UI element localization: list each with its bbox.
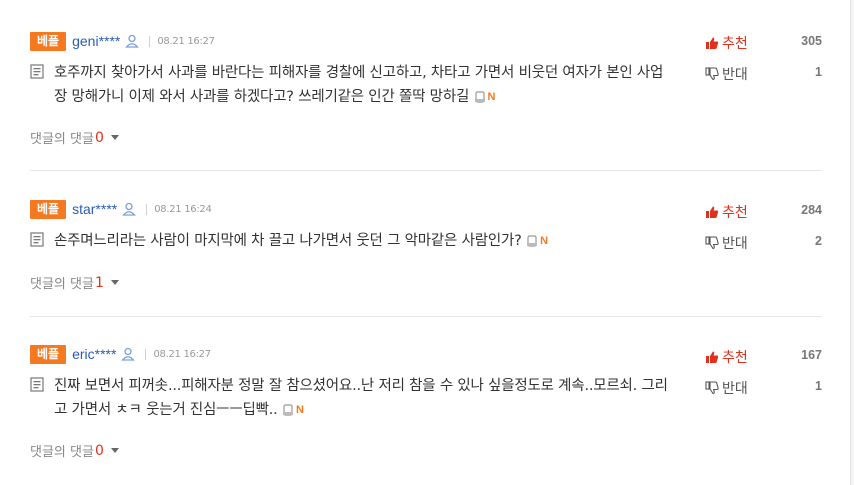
thumbs-down-icon xyxy=(705,381,719,395)
upvote-label: 추천 xyxy=(722,350,748,366)
downvote-count: 1 xyxy=(815,65,822,79)
reply-label: 댓글의 댓글 xyxy=(30,132,94,147)
best-badge: 베플 xyxy=(30,31,67,51)
downvote-count: 1 xyxy=(815,379,822,393)
downvote-button[interactable]: 반대 xyxy=(705,233,748,253)
inline-icons: N xyxy=(474,85,496,109)
upvote-button[interactable]: 추천 xyxy=(705,33,748,53)
divider xyxy=(30,170,822,171)
new-icon: N xyxy=(540,235,548,247)
best-badge: 베플 xyxy=(30,199,67,219)
chevron-down-icon xyxy=(110,448,119,453)
thumbs-down-icon xyxy=(705,67,719,81)
timestamp: 08.21 16:27 xyxy=(157,35,215,47)
reply-label: 댓글의 댓글 xyxy=(30,445,94,460)
reply-toggle[interactable]: 댓글의 댓글 0 xyxy=(30,128,119,147)
downvote-label: 반대 xyxy=(722,381,748,397)
comment-item: 베플 star**** 08.21 16:24 손주며느리라는 사람이 마지막에… xyxy=(0,199,850,317)
separator xyxy=(145,348,147,360)
inline-icons: N xyxy=(282,398,304,422)
downvote-button[interactable]: 반대 xyxy=(705,64,748,84)
upvote-count: 284 xyxy=(801,203,822,217)
upvote-count: 305 xyxy=(801,34,822,48)
downvote-label: 반대 xyxy=(722,67,748,83)
comment-text: 진짜 보면서 피꺼솟...피해자분 정말 잘 참으셨어요..난 저리 참을 수 … xyxy=(54,374,670,422)
comment-body: 손주며느리라는 사람이 마지막에 차 끌고 나가면서 웃던 그 악마같은 사람인… xyxy=(30,229,670,253)
user-icon xyxy=(121,347,136,361)
thumbs-down-icon xyxy=(705,236,719,250)
username[interactable]: star**** xyxy=(72,201,117,217)
comment-text: 호주까지 찾아가서 사과를 바란다는 피해자를 경찰에 신고하고, 차타고 가면… xyxy=(54,61,670,109)
chevron-down-icon xyxy=(110,280,119,285)
user-icon xyxy=(125,34,140,48)
upvote-button[interactable]: 추천 xyxy=(705,347,748,367)
username[interactable]: geni**** xyxy=(72,33,120,49)
comment-meta: 베플 star**** 08.21 16:24 xyxy=(30,199,212,219)
new-icon: N xyxy=(295,404,304,416)
mobile-icon xyxy=(474,91,485,103)
comment-item: 베플 eric**** 08.21 16:27 진짜 보면서 피꺼솟...피해자… xyxy=(0,344,850,474)
upvote-label: 추천 xyxy=(722,36,748,52)
downvote-count: 2 xyxy=(815,234,822,248)
comment-text: 손주며느리라는 사람이 마지막에 차 끌고 나가면서 웃던 그 악마같은 사람인… xyxy=(54,229,670,253)
comment-meta: 베플 eric**** 08.21 16:27 xyxy=(30,344,211,364)
reply-count: 1 xyxy=(94,274,104,291)
upvote-button[interactable]: 추천 xyxy=(705,202,748,222)
mobile-icon xyxy=(282,404,293,416)
timestamp: 08.21 16:27 xyxy=(153,348,211,360)
mobile-icon xyxy=(527,235,538,247)
thumbs-up-icon xyxy=(706,206,719,218)
reply-count: 0 xyxy=(94,442,104,459)
thumbs-up-icon xyxy=(706,37,719,49)
reply-label: 댓글의 댓글 xyxy=(30,277,94,292)
downvote-label: 반대 xyxy=(722,236,748,252)
separator xyxy=(146,203,148,215)
user-icon xyxy=(122,202,137,216)
upvote-label: 추천 xyxy=(722,205,748,221)
document-icon xyxy=(30,377,44,392)
comment-body: 진짜 보면서 피꺼솟...피해자분 정말 잘 참으셨어요..난 저리 참을 수 … xyxy=(30,374,670,422)
downvote-button[interactable]: 반대 xyxy=(705,378,748,398)
username[interactable]: eric**** xyxy=(72,346,116,362)
new-icon: N xyxy=(487,91,496,103)
chevron-down-icon xyxy=(110,135,119,140)
comment-meta: 베플 geni**** 08.21 16:27 xyxy=(30,31,215,51)
reply-toggle[interactable]: 댓글의 댓글 0 xyxy=(30,441,119,460)
document-icon xyxy=(30,232,44,247)
upvote-count: 167 xyxy=(801,348,822,362)
comments-panel: 베플 geni**** 08.21 16:27 호주까지 찾아가서 사과를 바란… xyxy=(0,0,851,485)
document-icon xyxy=(30,64,44,79)
reply-count: 0 xyxy=(94,129,104,146)
divider xyxy=(30,316,822,317)
comment-item: 베플 geni**** 08.21 16:27 호주까지 찾아가서 사과를 바란… xyxy=(0,31,850,171)
inline-icons: N xyxy=(526,229,548,253)
separator xyxy=(149,35,151,47)
best-badge: 베플 xyxy=(30,344,67,364)
thumbs-up-icon xyxy=(706,351,719,363)
comment-body: 호주까지 찾아가서 사과를 바란다는 피해자를 경찰에 신고하고, 차타고 가면… xyxy=(30,61,670,109)
timestamp: 08.21 16:24 xyxy=(154,203,212,215)
reply-toggle[interactable]: 댓글의 댓글 1 xyxy=(30,273,119,292)
